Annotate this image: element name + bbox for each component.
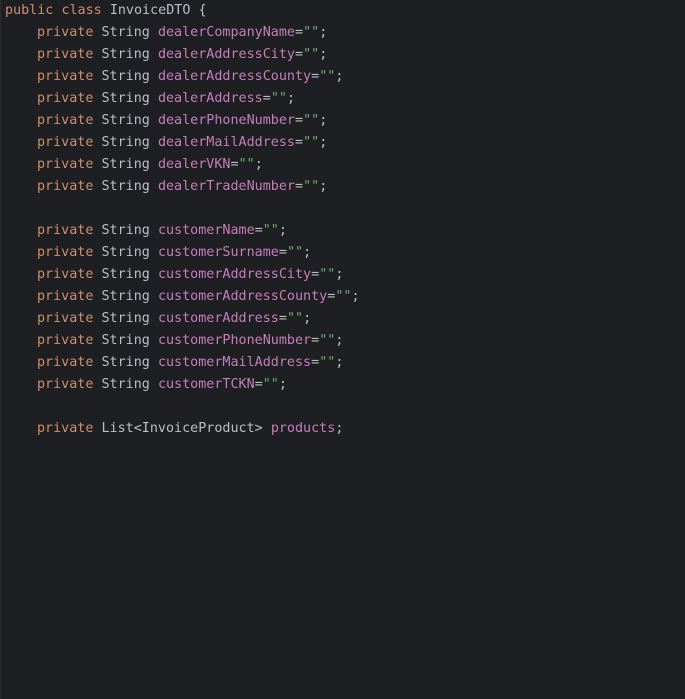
field-initializer: "" — [303, 113, 320, 128]
field-type: String — [101, 223, 150, 238]
field-type: String — [101, 179, 150, 194]
field-initializer: "" — [262, 223, 279, 238]
field-initializer: "" — [286, 245, 304, 260]
field-initializer: "" — [238, 157, 255, 172]
field-modifier: private — [37, 333, 94, 348]
field-type: String — [101, 135, 150, 150]
field-initializer: "" — [319, 333, 336, 348]
field-initializer: "" — [286, 311, 304, 326]
field-line: private String customerSurname=""; — [37, 245, 312, 260]
field-initializer: "" — [262, 377, 279, 392]
field-type: String — [101, 91, 150, 106]
field-name: customerSurname — [157, 245, 279, 260]
field-name: dealerMailAddress — [157, 135, 295, 150]
field-modifier: private — [37, 25, 94, 40]
field-modifier: private — [37, 377, 94, 392]
field-modifier: private — [37, 355, 94, 370]
field-line: private String customerName=""; — [37, 223, 287, 238]
field-name: customerName — [157, 223, 255, 238]
field-modifier: private — [37, 91, 94, 106]
field-line: private String customerAddress=""; — [37, 311, 312, 326]
field-type: String — [101, 157, 150, 172]
field-line: private String customerAddressCounty=""; — [37, 289, 360, 304]
open-brace: { — [198, 3, 207, 18]
field-type: String — [101, 47, 150, 62]
field-type: String — [101, 289, 150, 304]
field-name: customerPhoneNumber — [157, 333, 312, 348]
field-type: String — [101, 355, 150, 370]
field-line: private String dealerMailAddress=""; — [37, 135, 328, 150]
field-modifier: private — [37, 135, 94, 150]
field-initializer: "" — [303, 47, 320, 62]
field-type: String — [101, 267, 150, 282]
field-initializer: "" — [303, 25, 320, 40]
field-type: String — [101, 311, 150, 326]
code-area[interactable]: public class InvoiceDTO { private String… — [5, 0, 685, 440]
field-line: private String dealerVKN=""; — [37, 157, 263, 172]
field-modifier: private — [37, 157, 94, 172]
field-initializer: "" — [270, 91, 287, 106]
field-modifier: private — [37, 311, 94, 326]
field-type: String — [101, 113, 150, 128]
field-name: dealerCompanyName — [157, 25, 295, 40]
code-editor[interactable]: public class InvoiceDTO { private String… — [0, 0, 685, 699]
field-initializer: "" — [319, 267, 336, 282]
field-line: private String dealerCompanyName=""; — [37, 25, 328, 40]
field-name: customerTCKN — [157, 377, 255, 392]
field-line: private String customerPhoneNumber=""; — [37, 333, 344, 348]
field-modifier: private — [37, 113, 94, 128]
class-name: InvoiceDTO — [109, 3, 191, 18]
keyword-class: class — [61, 3, 102, 18]
field-name: dealerTradeNumber — [157, 179, 295, 194]
field-line: private String customerTCKN=""; — [37, 377, 287, 392]
field-line: private String dealerAddressCounty=""; — [37, 69, 344, 84]
field-name: customerAddressCity — [157, 267, 312, 282]
field-line: private String customerAddressCity=""; — [37, 267, 344, 282]
field-name: dealerAddressCounty — [157, 69, 312, 84]
field-name: dealerPhoneNumber — [157, 113, 295, 128]
field-initializer: "" — [319, 355, 336, 370]
class-declaration-line: public class InvoiceDTO { — [5, 0, 685, 22]
field-name: dealerAddressCity — [157, 47, 295, 62]
field-modifier: private — [37, 179, 94, 194]
products-field-line: private List<InvoiceProduct> products; — [37, 421, 344, 436]
field-name: dealerAddress — [157, 91, 263, 106]
field-modifier: private — [37, 223, 94, 238]
field-type: String — [101, 333, 150, 348]
field-type: String — [101, 69, 150, 84]
field-line: private String dealerAddressCity=""; — [37, 47, 328, 62]
field-type: List<InvoiceProduct> — [101, 421, 263, 436]
field-modifier: private — [37, 47, 94, 62]
field-initializer: "" — [303, 135, 320, 150]
field-initializer: "" — [335, 289, 352, 304]
field-modifier: private — [37, 267, 94, 282]
field-modifier: private — [37, 245, 94, 260]
field-type: String — [101, 25, 150, 40]
field-modifier: private — [37, 69, 94, 84]
field-initializer: "" — [303, 179, 320, 194]
field-modifier: private — [37, 289, 94, 304]
field-line: private String dealerTradeNumber=""; — [37, 179, 328, 194]
field-name: dealerVKN — [157, 157, 231, 172]
field-name: customerAddressCounty — [157, 289, 328, 304]
field-name: customerMailAddress — [157, 355, 312, 370]
field-line: private String dealerAddress=""; — [37, 91, 295, 106]
keyword-public: public — [5, 3, 54, 18]
field-name: products — [270, 421, 336, 436]
field-type: String — [101, 377, 150, 392]
field-line: private String customerMailAddress=""; — [37, 355, 344, 370]
field-modifier: private — [37, 421, 94, 436]
field-initializer: "" — [319, 69, 336, 84]
field-line: private String dealerPhoneNumber=""; — [37, 113, 328, 128]
field-name: customerAddress — [157, 311, 279, 326]
field-type: String — [101, 245, 150, 260]
